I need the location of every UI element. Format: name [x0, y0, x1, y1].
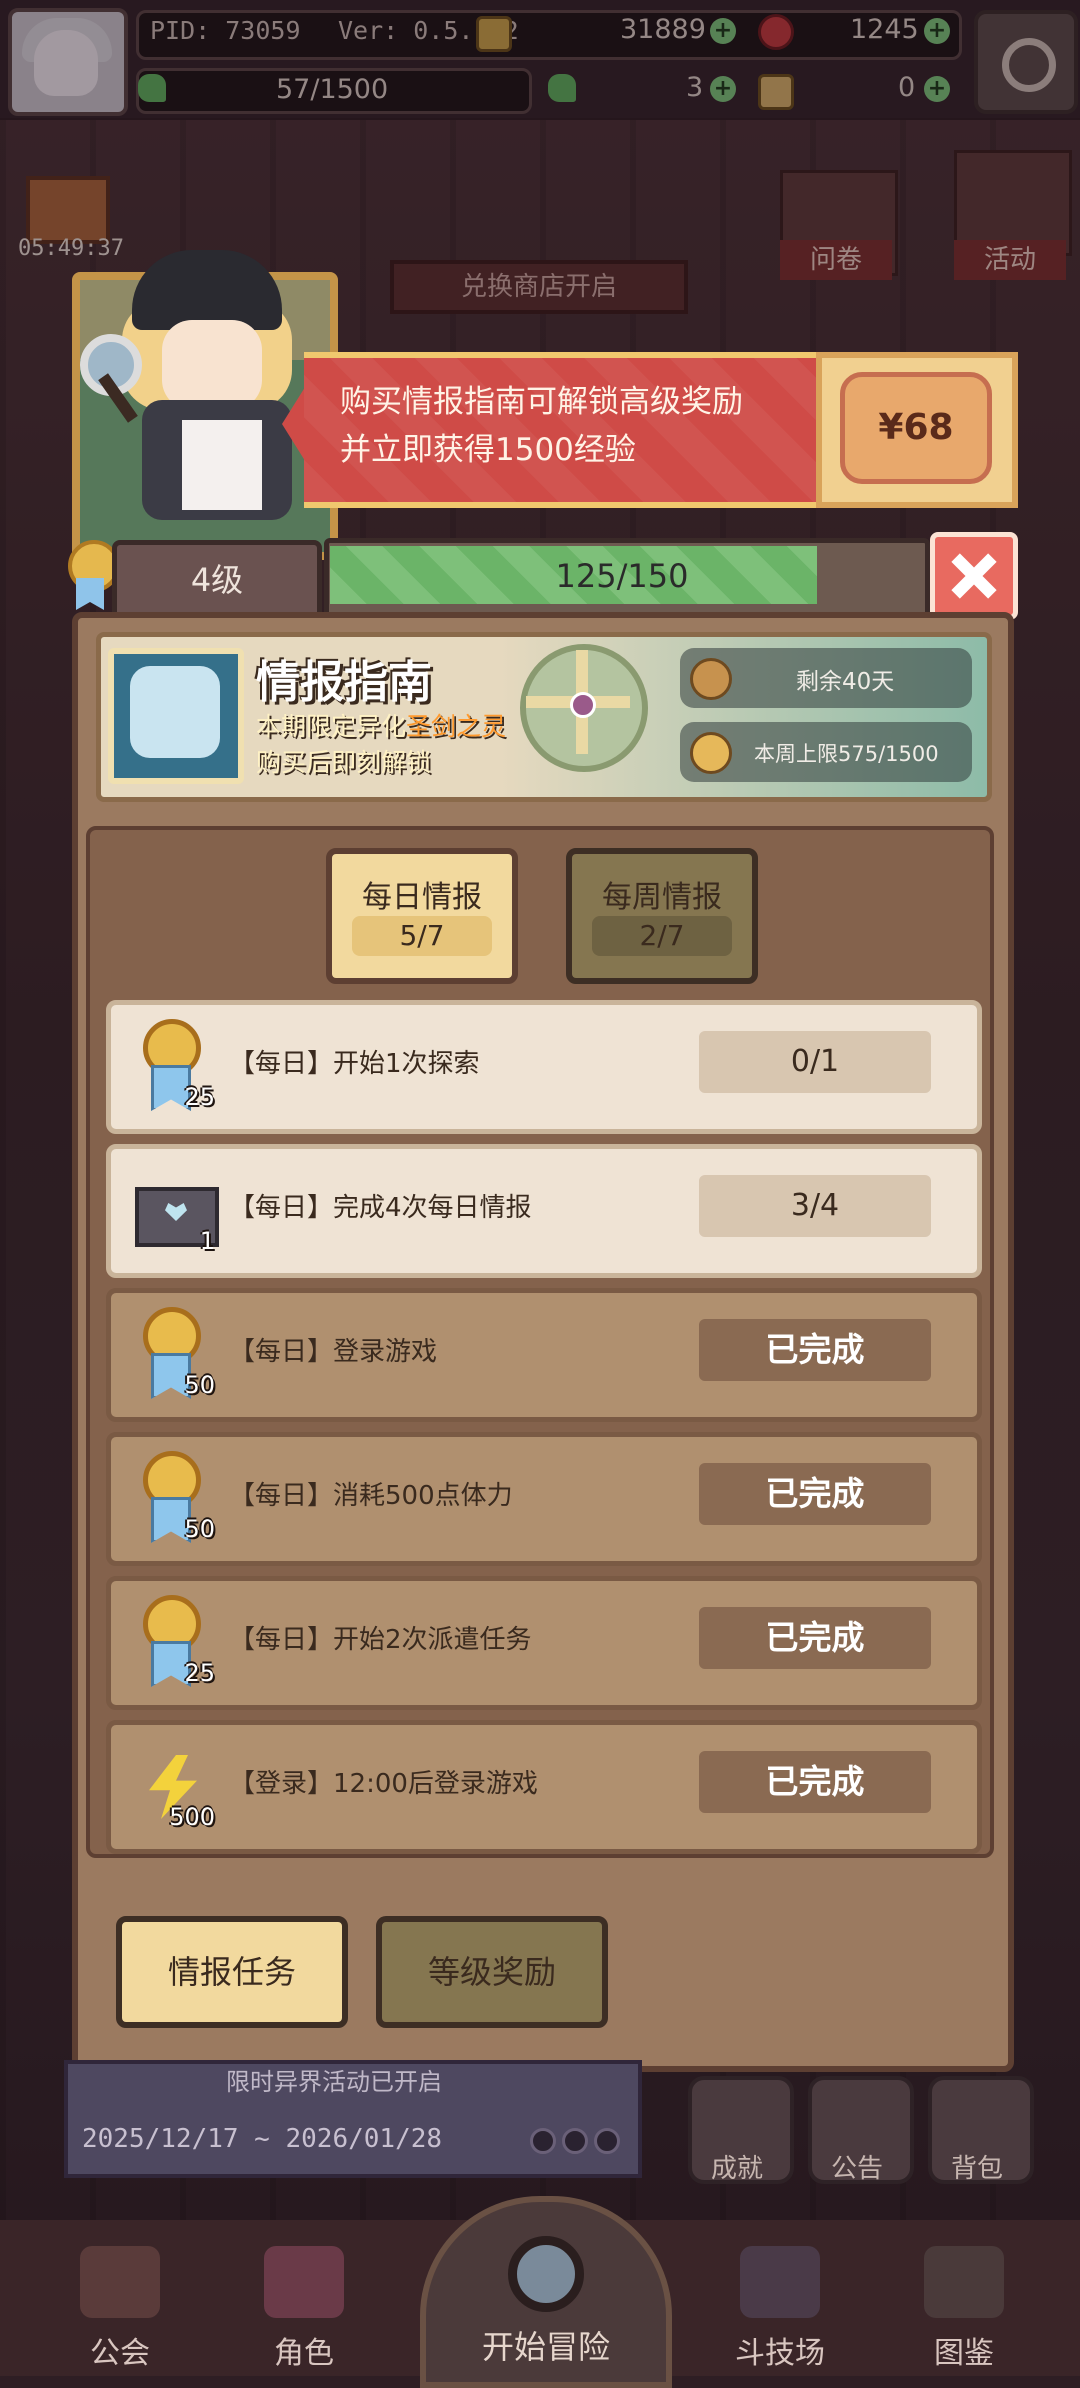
tab-weekly[interactable]: 每周情报 2/7 [566, 848, 758, 984]
nav-arena[interactable]: 斗技场 [710, 2236, 850, 2371]
tab-daily[interactable]: 每日情报 5/7 [326, 848, 518, 984]
task-row: 1 【每日】完成4次每日情报 3/4 [106, 1144, 982, 1278]
lightning-reward-icon: 500 [131, 1735, 215, 1835]
event-dates: 2025/12/17 ~ 2026/01/28 [82, 2124, 443, 2154]
character-icon [264, 2246, 344, 2318]
close-button[interactable] [930, 532, 1018, 620]
task-label: 【每日】开始2次派遣任务 [229, 1625, 532, 1655]
nav-guild-label: 公会 [90, 2336, 150, 2371]
intel-tasks-button[interactable]: 情报任务 [116, 1916, 348, 2028]
carousel-dot[interactable] [594, 2128, 620, 2154]
task-label: 【每日】开始1次探索 [229, 1049, 480, 1079]
search-icon [508, 2236, 584, 2312]
crossed-swords-icon [740, 2246, 820, 2318]
nav-guild[interactable]: 公会 [50, 2236, 190, 2371]
promo-text: 购买情报指南可解锁高级奖励 并立即获得1500经验 [340, 378, 743, 474]
achievement-label: 成就 [710, 2154, 763, 2184]
nav-codex[interactable]: 图鉴 [894, 2236, 1034, 2371]
buy-price-button[interactable]: ¥68 [840, 372, 992, 484]
codex-book-icon [924, 2246, 1004, 2318]
nav-codex-label: 图鉴 [934, 2336, 994, 2371]
medal-icon [690, 732, 732, 774]
level-medal-icon [62, 540, 120, 610]
carousel-dot[interactable] [562, 2128, 588, 2154]
compass-icon [520, 644, 648, 772]
task-row: 25 【每日】开始1次探索 0/1 [106, 1000, 982, 1134]
task-label: 【每日】登录游戏 [229, 1337, 438, 1367]
notice-label: 公告 [830, 2154, 883, 2184]
task-completed-badge: 已完成 [699, 1319, 931, 1381]
carousel-dot[interactable] [530, 2128, 556, 2154]
promo-line-2: 并立即获得1500经验 [340, 432, 636, 468]
level-rewards-button[interactable]: 等级奖励 [376, 1916, 608, 2028]
guide-title: 情报指南 [256, 657, 432, 708]
reward-count: 50 [184, 1515, 215, 1543]
task-completed-badge: 已完成 [699, 1463, 931, 1525]
nav-character[interactable]: 角色 [234, 2236, 374, 2371]
task-label: 【每日】消耗500点体力 [229, 1481, 513, 1511]
days-left-text: 剩余40天 [796, 669, 895, 695]
reward-count: 50 [184, 1371, 215, 1399]
task-row: 25 【每日】开始2次派遣任务 已完成 [106, 1576, 982, 1710]
task-label: 【登录】12:00后登录游戏 [229, 1769, 538, 1799]
reward-count: 25 [184, 1083, 215, 1111]
medal-reward-icon: 50 [131, 1303, 215, 1403]
task-row: 50 【每日】消耗500点体力 已完成 [106, 1432, 982, 1566]
task-row: 50 【每日】登录游戏 已完成 [106, 1288, 982, 1422]
reward-count: 1 [199, 1227, 215, 1255]
task-label: 【每日】完成4次每日情报 [229, 1193, 532, 1223]
level-label: 4级 [112, 540, 322, 620]
promo-line-1: 购买情报指南可解锁高级奖励 [340, 384, 743, 420]
medal-reward-icon: 50 [131, 1447, 215, 1547]
guide-subtitle: 本期限定异化圣剑之灵 [256, 712, 507, 741]
medal-reward-icon: 25 [131, 1015, 215, 1115]
nav-start-label: 开始冒险 [481, 2328, 610, 2366]
reward-count: 500 [169, 1803, 215, 1831]
tab-weekly-count: 2/7 [592, 916, 732, 956]
days-left-chip: 剩余40天 [680, 648, 972, 708]
tab-daily-count: 5/7 [352, 916, 492, 956]
limited-character-name: 圣剑之灵 [406, 712, 507, 741]
weekly-cap-chip: 本周上限575/1500 [680, 722, 972, 782]
guild-shop-icon [80, 2246, 160, 2318]
nav-character-label: 角色 [274, 2336, 334, 2371]
bag-label: 背包 [950, 2154, 1003, 2184]
task-row: 500 【登录】12:00后登录游戏 已完成 [106, 1720, 982, 1854]
clock-medal-icon [690, 658, 732, 700]
task-completed-badge: 已完成 [699, 1607, 931, 1669]
xp-text: 125/150 [555, 557, 689, 595]
task-completed-badge: 已完成 [699, 1751, 931, 1813]
weekly-cap-text: 本周上限575/1500 [754, 742, 939, 766]
event-text: 限时异界活动已开启 [226, 2068, 442, 2096]
guide-character-icon [108, 648, 244, 784]
guide-unlock-note: 购买后即刻解锁 [256, 748, 432, 777]
envelope-reward-icon: 1 [131, 1159, 219, 1259]
task-progress: 3/4 [699, 1175, 931, 1237]
tab-daily-label: 每日情报 [362, 880, 482, 915]
medal-reward-icon: 25 [131, 1591, 215, 1691]
task-progress: 0/1 [699, 1031, 931, 1093]
nav-arena-label: 斗技场 [735, 2336, 825, 2371]
tab-weekly-label: 每周情报 [602, 880, 722, 915]
reward-count: 25 [184, 1659, 215, 1687]
